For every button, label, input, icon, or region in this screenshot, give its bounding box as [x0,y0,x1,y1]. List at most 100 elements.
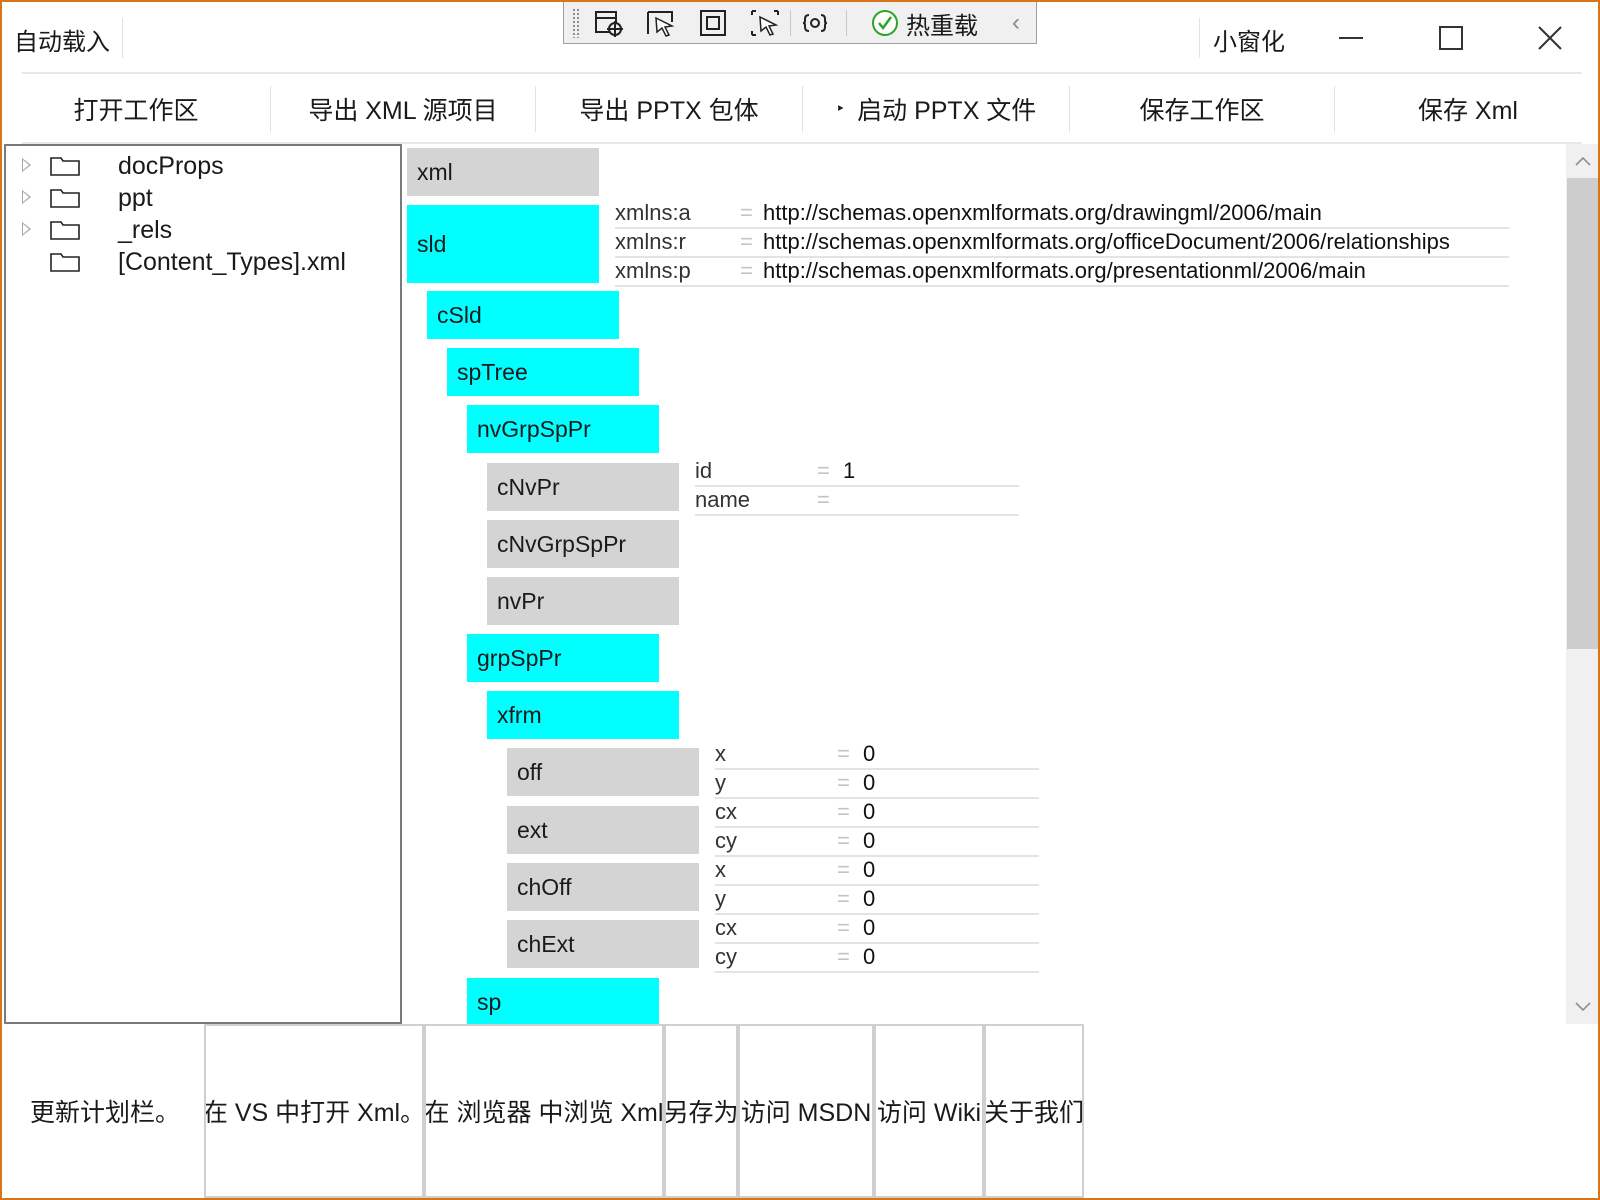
xml-node[interactable]: xfrm [487,691,679,739]
xml-node[interactable]: nvGrpSpPr [467,405,659,453]
xml-attribute[interactable]: x = 0 [715,741,1039,770]
xml-attribute[interactable]: cx = 0 [715,799,1039,828]
about-us-button[interactable]: 关于我们 [984,1024,1084,1198]
mini-window-button[interactable]: 小窗化 [1213,22,1285,57]
attribute-value[interactable]: http://schemas.openxmlformats.org/drawin… [763,200,1322,226]
xaml-debug-toolbar: 热重载 ‹ [563,2,1037,44]
tree-item-docprops[interactable]: docProps [6,150,396,182]
auto-load-toggle[interactable]: 自动载入 [14,22,110,57]
attribute-value[interactable]: 0 [863,857,875,883]
attribute-value[interactable]: 0 [863,770,875,796]
visit-msdn-button[interactable]: 访问 MSDN [738,1024,874,1198]
xml-node[interactable]: cNvPr [487,463,679,511]
xml-attribute[interactable]: id = 1 [695,458,1019,487]
attribute-name: name [695,487,751,512]
vertical-scrollbar[interactable] [1566,144,1598,1024]
attribute-name: xmlns:a [615,200,691,225]
toolbar-separator [846,10,847,36]
attribute-name: cy [715,828,737,853]
binding-failures-button[interactable] [798,6,832,40]
collapse-toolbar-button[interactable]: ‹ [1004,6,1028,40]
menu-bar: 打开工作区 导出 XML 源项目 导出 PPTX 包体 ‣ 启动 PPTX 文件… [2,76,1598,142]
attribute-value[interactable]: http://schemas.openxmlformats.org/office… [763,229,1450,255]
attribute-value[interactable]: 1 [843,458,855,484]
xml-attribute[interactable]: x = 0 [715,857,1039,886]
expand-arrow-icon[interactable] [22,158,31,172]
xml-attribute[interactable]: xmlns:a = http://schemas.openxmlformats.… [615,200,1509,229]
minimize-button[interactable] [1329,16,1373,60]
launch-pptx-button[interactable]: ‣ 启动 PPTX 文件 [803,76,1069,142]
xml-attribute[interactable]: xmlns:r = http://schemas.openxmlformats.… [615,229,1509,258]
xml-node[interactable]: cNvGrpSpPr [487,520,679,568]
layout-bounds-icon [700,10,726,36]
xml-attribute[interactable]: cy = 0 [715,828,1039,857]
xml-attribute[interactable]: y = 0 [715,886,1039,915]
xml-attribute[interactable]: cx = 0 [715,915,1039,944]
folder-icon [50,157,80,176]
attribute-value[interactable]: 0 [863,799,875,825]
attribute-underline [715,971,1039,973]
save-xml-button[interactable]: 保存 Xml [1335,76,1598,142]
browse-in-browser-button[interactable]: 在 浏览器 中浏览 Xml [424,1024,664,1198]
xml-attribute[interactable]: xmlns:p = http://schemas.openxmlformats.… [615,258,1509,287]
folder-icon [50,253,80,272]
xml-node[interactable]: off [507,748,699,796]
attribute-value[interactable]: 0 [863,944,875,970]
xml-node[interactable]: ext [507,806,699,854]
attribute-equals: = [740,200,753,225]
xml-node[interactable]: grpSpPr [467,634,659,682]
xml-attribute[interactable]: name = [695,487,1019,516]
attribute-value[interactable]: 0 [863,886,875,912]
scroll-up-button[interactable] [1566,144,1598,178]
scroll-down-button[interactable] [1566,990,1598,1024]
chevron-up-icon [1575,156,1591,166]
close-button[interactable] [1528,16,1572,60]
maximize-button[interactable] [1429,16,1473,60]
binding-icon [802,14,828,32]
export-pptx-package-button[interactable]: 导出 PPTX 包体 [536,76,802,142]
attribute-equals: = [837,886,850,911]
attribute-value[interactable]: 0 [863,741,875,767]
pointer-select-button[interactable] [644,6,678,40]
toolbar-separator [790,10,791,36]
select-element-icon [595,11,623,37]
display-layout-button[interactable] [748,6,782,40]
xml-node[interactable]: cSld [427,291,619,339]
open-in-vs-button[interactable]: 在 VS 中打开 Xml。 [204,1024,424,1198]
visit-wiki-button[interactable]: 访问 Wiki [874,1024,984,1198]
layout-bounds-button[interactable] [696,6,730,40]
attribute-name: cy [715,944,737,969]
xml-node[interactable]: chOff [507,863,699,911]
tree-item-rels[interactable]: _rels [6,214,396,246]
attribute-value[interactable]: http://schemas.openxmlformats.org/presen… [763,258,1366,284]
status-text: 更新计划栏。 [30,1099,181,1127]
xml-attribute[interactable]: cy = 0 [715,944,1039,973]
xml-node[interactable]: nvPr [487,577,679,625]
xml-attribute[interactable]: y = 0 [715,770,1039,799]
export-xml-source-button[interactable]: 导出 XML 源项目 [271,76,535,142]
xml-node[interactable]: sp [467,978,659,1024]
tree-item-content-types[interactable]: [Content_Types].xml [6,246,396,278]
tree-item-ppt[interactable]: ppt [6,182,396,214]
save-as-button[interactable]: 另存为 [664,1024,738,1198]
attribute-equals: = [837,799,850,824]
save-workspace-button[interactable]: 保存工作区 [1070,76,1334,142]
attribute-value[interactable]: 0 [863,828,875,854]
attribute-name: cx [715,799,737,824]
scrollbar-thumb[interactable] [1567,178,1598,649]
expand-arrow-icon[interactable] [22,222,31,236]
attribute-equals: = [817,458,830,483]
attribute-value[interactable]: 0 [863,915,875,941]
app-window: 自动载入 Pantomime Author 小窗化 [0,0,1600,1200]
toolbar-grip-icon[interactable] [572,8,580,38]
open-workspace-button[interactable]: 打开工作区 [2,76,270,142]
select-element-button[interactable] [592,6,626,40]
expand-arrow-icon[interactable] [22,190,31,204]
minimize-icon [1339,37,1363,39]
xml-node[interactable]: spTree [447,348,639,396]
xml-node[interactable]: chExt [507,920,699,968]
attribute-name: x [715,741,726,766]
hot-reload-status[interactable]: 热重载 [870,6,978,40]
xml-node[interactable]: xml [407,148,599,196]
xml-node[interactable]: sld [407,205,599,283]
